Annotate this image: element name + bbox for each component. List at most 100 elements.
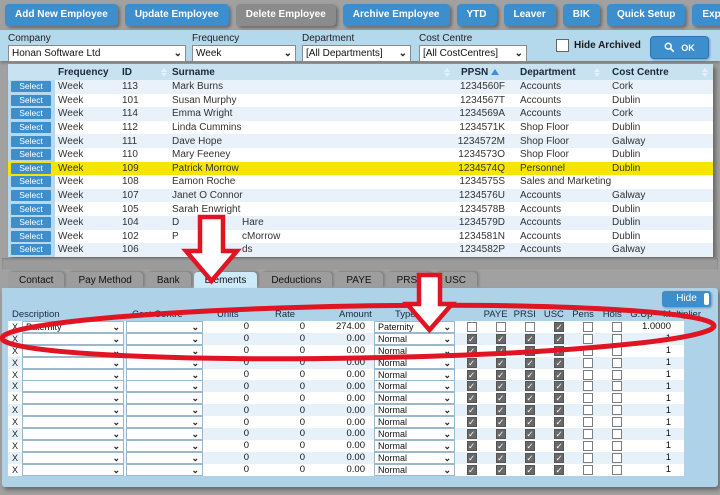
cost-centre-select[interactable] bbox=[126, 380, 203, 392]
type-select[interactable]: Paternity bbox=[374, 321, 455, 333]
select-button[interactable]: Select bbox=[11, 136, 51, 147]
amount-cell[interactable]: 0.00 bbox=[321, 380, 372, 392]
paye-checkbox[interactable] bbox=[467, 465, 477, 475]
paye-checkbox[interactable] bbox=[467, 393, 477, 403]
paye-checkbox[interactable] bbox=[467, 453, 477, 463]
search-ok-button[interactable]: OK bbox=[650, 36, 709, 59]
type-select[interactable]: Normal bbox=[374, 380, 455, 392]
toolbar-button-archive-employee[interactable]: Archive Employee bbox=[343, 4, 450, 26]
pens-checkbox[interactable] bbox=[554, 405, 564, 415]
amount-cell[interactable]: 274.00 bbox=[321, 321, 372, 333]
cost-centre-select[interactable] bbox=[126, 369, 203, 381]
delete-row-marker[interactable]: X bbox=[8, 429, 22, 439]
gup-checkbox[interactable] bbox=[612, 417, 622, 427]
gup-checkbox[interactable] bbox=[612, 346, 622, 356]
tab-pay-method[interactable]: Pay Method bbox=[67, 272, 142, 288]
gup-checkbox[interactable] bbox=[612, 393, 622, 403]
gup-checkbox[interactable] bbox=[612, 405, 622, 415]
paye-checkbox[interactable] bbox=[467, 358, 477, 368]
pens-checkbox[interactable] bbox=[554, 417, 564, 427]
employee-row[interactable]: SelectWeek113Mark Burns1234560FAccountsC… bbox=[8, 80, 713, 94]
type-select[interactable]: Normal bbox=[374, 392, 455, 404]
pens-checkbox[interactable] bbox=[554, 358, 564, 368]
pens-checkbox[interactable] bbox=[554, 441, 564, 451]
rate-cell[interactable]: 0 bbox=[263, 380, 321, 392]
toolbar-button-expenses[interactable]: Expenses bbox=[692, 4, 720, 26]
employee-row[interactable]: SelectWeek111Dave Hope1234572MShop Floor… bbox=[8, 134, 713, 148]
column-header-frequency[interactable]: Frequency bbox=[55, 64, 120, 80]
prsi-checkbox[interactable] bbox=[496, 453, 506, 463]
hols-checkbox[interactable] bbox=[583, 465, 593, 475]
paye-checkbox[interactable] bbox=[467, 322, 477, 332]
delete-row-marker[interactable]: X bbox=[8, 393, 22, 403]
description-select[interactable] bbox=[22, 440, 124, 452]
hols-checkbox[interactable] bbox=[583, 453, 593, 463]
pens-checkbox[interactable] bbox=[554, 334, 564, 344]
amount-cell[interactable]: 0.00 bbox=[321, 452, 372, 464]
gup-checkbox[interactable] bbox=[612, 381, 622, 391]
rate-cell[interactable]: 0 bbox=[263, 357, 321, 369]
delete-row-marker[interactable]: X bbox=[8, 417, 22, 427]
usc-checkbox[interactable] bbox=[525, 417, 535, 427]
column-header-cost-centre[interactable]: Cost Centre bbox=[605, 64, 713, 80]
rate-cell[interactable]: 0 bbox=[263, 345, 321, 357]
rate-cell[interactable]: 0 bbox=[263, 321, 321, 333]
type-select[interactable]: Normal bbox=[374, 464, 455, 476]
employee-row[interactable]: SelectWeek110Mary Feeney1234573OShop Flo… bbox=[8, 148, 713, 162]
units-cell[interactable]: 0 bbox=[205, 392, 263, 404]
select-button[interactable]: Select bbox=[11, 122, 51, 133]
toolbar-button-delete-employee[interactable]: Delete Employee bbox=[236, 4, 336, 26]
description-select[interactable] bbox=[22, 428, 124, 440]
usc-checkbox[interactable] bbox=[525, 429, 535, 439]
paye-checkbox[interactable] bbox=[467, 441, 477, 451]
delete-row-marker[interactable]: X bbox=[8, 358, 22, 368]
hols-checkbox[interactable] bbox=[583, 358, 593, 368]
horizontal-scrollbar[interactable] bbox=[2, 258, 718, 269]
prsi-checkbox[interactable] bbox=[496, 358, 506, 368]
units-cell[interactable]: 0 bbox=[205, 345, 263, 357]
gup-checkbox[interactable] bbox=[612, 453, 622, 463]
employee-row[interactable]: SelectWeek114Emma Wright1234569AAccounts… bbox=[8, 107, 713, 121]
description-select[interactable] bbox=[22, 345, 124, 357]
usc-checkbox[interactable] bbox=[525, 358, 535, 368]
cost-centre-select[interactable] bbox=[126, 333, 203, 345]
units-cell[interactable]: 0 bbox=[205, 333, 263, 345]
units-cell[interactable]: 0 bbox=[205, 428, 263, 440]
employee-row[interactable]: SelectWeek108Eamon Roche1234575SSales an… bbox=[8, 175, 713, 189]
units-cell[interactable]: 0 bbox=[205, 464, 263, 476]
units-cell[interactable]: 0 bbox=[205, 357, 263, 369]
type-select[interactable]: Normal bbox=[374, 404, 455, 416]
usc-checkbox[interactable] bbox=[525, 405, 535, 415]
select-button[interactable]: Select bbox=[11, 163, 51, 174]
hols-checkbox[interactable] bbox=[583, 441, 593, 451]
delete-row-marker[interactable]: X bbox=[8, 405, 22, 415]
usc-checkbox[interactable] bbox=[525, 465, 535, 475]
rate-cell[interactable]: 0 bbox=[263, 404, 321, 416]
delete-row-marker[interactable]: X bbox=[8, 453, 22, 463]
usc-checkbox[interactable] bbox=[525, 381, 535, 391]
amount-cell[interactable]: 0.00 bbox=[321, 428, 372, 440]
usc-checkbox[interactable] bbox=[525, 453, 535, 463]
description-select[interactable]: Paternity bbox=[22, 321, 124, 333]
frequency-select[interactable]: Week bbox=[192, 45, 296, 62]
gup-checkbox[interactable] bbox=[612, 370, 622, 380]
description-select[interactable] bbox=[22, 464, 124, 476]
select-button[interactable]: Select bbox=[11, 149, 51, 160]
prsi-checkbox[interactable] bbox=[496, 417, 506, 427]
pens-checkbox[interactable] bbox=[554, 370, 564, 380]
rate-cell[interactable]: 0 bbox=[263, 369, 321, 381]
usc-checkbox[interactable] bbox=[525, 334, 535, 344]
paye-checkbox[interactable] bbox=[467, 334, 477, 344]
paye-checkbox[interactable] bbox=[467, 346, 477, 356]
cost-centre-select[interactable] bbox=[126, 392, 203, 404]
hols-checkbox[interactable] bbox=[583, 393, 593, 403]
description-select[interactable] bbox=[22, 369, 124, 381]
cost-centre-select[interactable] bbox=[126, 357, 203, 369]
description-select[interactable] bbox=[22, 452, 124, 464]
prsi-checkbox[interactable] bbox=[496, 429, 506, 439]
delete-row-marker[interactable]: X bbox=[8, 334, 22, 344]
rate-cell[interactable]: 0 bbox=[263, 392, 321, 404]
pens-checkbox[interactable] bbox=[554, 322, 564, 332]
gup-checkbox[interactable] bbox=[612, 465, 622, 475]
hide-archived-control[interactable]: Hide Archived bbox=[556, 39, 641, 52]
